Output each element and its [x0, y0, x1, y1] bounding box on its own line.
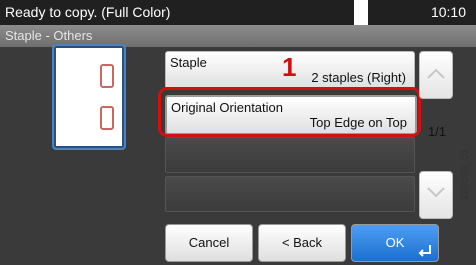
screen-title: Staple - Others	[5, 28, 93, 43]
chevron-down-icon	[427, 187, 445, 198]
status-message: Ready to copy. (Full Color)	[5, 4, 171, 20]
staple-mark-icon	[100, 106, 114, 130]
original-orientation-option-button[interactable]: Original Orientation Top Edge on Top	[165, 95, 417, 135]
page-indicator: 1/1	[428, 124, 447, 139]
option-value: Top Edge on Top	[309, 115, 407, 130]
empty-option-slot	[165, 176, 415, 212]
scroll-down-button[interactable]	[419, 171, 453, 219]
status-separator	[354, 0, 368, 25]
scroll-up-button[interactable]	[419, 51, 453, 99]
ok-label: OK	[385, 235, 405, 250]
back-button[interactable]: < Back	[258, 224, 346, 262]
status-bar: Ready to copy. (Full Color) 10:10	[0, 0, 476, 25]
clock: 10:10	[430, 4, 466, 20]
ok-button[interactable]: OK	[351, 224, 439, 262]
step-number: 1	[282, 52, 297, 82]
enter-icon	[418, 245, 431, 257]
chevron-up-icon	[427, 68, 445, 79]
option-label: Staple	[170, 55, 207, 70]
figure-code: 2B0093_01	[460, 148, 471, 200]
document-preview	[52, 44, 126, 150]
option-value: 2 staples (Right)	[311, 70, 406, 85]
cancel-button[interactable]: Cancel	[165, 224, 253, 262]
staple-mark-icon	[100, 64, 114, 88]
option-label: Original Orientation	[171, 100, 283, 115]
empty-option-slot	[165, 137, 415, 173]
